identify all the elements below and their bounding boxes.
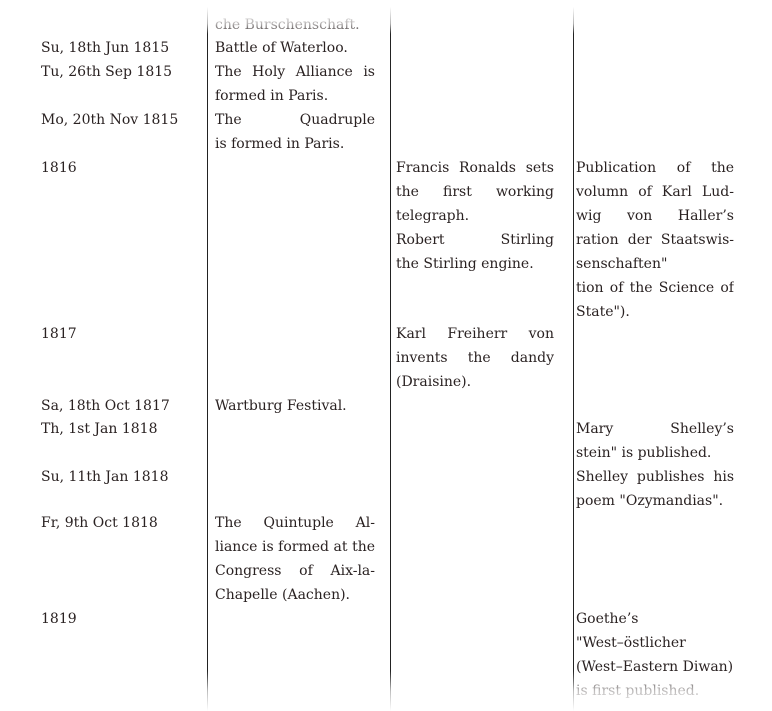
text-line: Su, 18th Jun 1815 (41, 40, 170, 56)
timeline-date: Su, 18th Jun 1815 (41, 36, 201, 60)
text-line: 1819 (41, 611, 77, 627)
timeline-date: 1819 (41, 607, 201, 631)
text-line: Tu, 26th Sep 1815 (41, 64, 173, 80)
culture-event: Mary Shelley’s "Franken-stein" is publis… (576, 417, 734, 465)
text-line: State"). (576, 304, 630, 320)
column-divider-2 (390, 0, 391, 711)
text-line: Robert Stirling invents (396, 232, 554, 248)
timeline-date: 1817 (41, 322, 201, 346)
text-line: 1816 (41, 160, 77, 176)
column-divider-1 (207, 0, 208, 711)
text-line: Goethe’s (576, 611, 639, 627)
text-line: ration der Staatswis- (576, 232, 734, 248)
text-line: Mo, 20th Nov 1815 (41, 112, 179, 128)
timeline-date: 1816 (41, 156, 201, 180)
text-line: poem "Ozymandias". (576, 493, 724, 509)
culture-event: Shelley publishes his poem "Ozymandias". (576, 465, 734, 513)
text-line: Karl Freiherr von Drais (396, 326, 554, 342)
politics-event: che Burschenschaft. (215, 13, 375, 37)
text-line: Su, 11th Jan 1818 (41, 469, 169, 485)
text-line: is first published. (576, 683, 700, 699)
text-line: che Burschenschaft. (215, 17, 360, 33)
culture-event: Goethe’s "West–östlicher Divan" (West–East… (576, 607, 734, 703)
timeline-date: Sa, 18th Oct 1817 (41, 394, 201, 418)
text-line: "West–östlicher Divan" (576, 635, 686, 651)
text-line: Chapelle (Aachen). (215, 587, 351, 603)
text-line: Fr, 9th Oct 1818 (41, 515, 158, 531)
timeline-date: Su, 11th Jan 1818 (41, 465, 201, 489)
text-line: is formed in Paris. (215, 136, 345, 152)
timeline-date: Tu, 26th Sep 1815 (41, 60, 201, 84)
text-line: telegraph. (396, 208, 470, 224)
text-line: the first working electric (396, 184, 554, 200)
text-line: Congress of Aix-la- (215, 563, 375, 579)
culture-event: Publication of the first volumn of Karl L… (576, 156, 734, 324)
text-line: Sa, 18th Oct 1817 (41, 398, 170, 414)
text-line: Francis Ronalds sets up (396, 160, 554, 176)
politics-event: The Quintuple Al-liance is formed at the… (215, 511, 375, 607)
text-line: Shelley publishes his (576, 469, 734, 485)
timeline-date: Fr, 9th Oct 1818 (41, 511, 201, 535)
text-line: invents the dandy horse (396, 350, 554, 366)
text-line: liance is formed at the (215, 539, 375, 555)
science-event: Francis Ronalds sets up the first working… (396, 156, 554, 276)
text-line: Battle of Waterloo. (215, 40, 348, 56)
science-event: Karl Freiherr von Drais invents the dandy… (396, 322, 554, 394)
politics-event: Wartburg Festival. (215, 394, 375, 418)
text-line: Mary Shelley’s "Franken- (576, 421, 734, 437)
politics-event: Battle of Waterloo. (215, 36, 375, 60)
text-line: (West–Eastern Diwan) (576, 659, 734, 675)
text-line: volumn of Karl Lud- (576, 184, 734, 200)
timeline-date: Th, 1st Jan 1818 (41, 417, 201, 441)
text-line: (Draisine). (396, 374, 472, 390)
text-line: Th, 1st Jan 1818 (41, 421, 158, 437)
text-line: The Quadruple Alliance (215, 112, 375, 128)
politics-event: The Holy Alliance is formed in Paris. (215, 60, 375, 108)
text-line: The Quintuple Al- (215, 515, 375, 531)
text-line: wig von Haller’s "Restau- (576, 208, 734, 224)
text-line: The Holy Alliance is (215, 64, 375, 80)
text-line: formed in Paris. (215, 88, 329, 104)
text-line: Wartburg Festival. (215, 398, 347, 414)
timeline-date: Mo, 20th Nov 1815 (41, 108, 201, 132)
text-line: tion of the Science of the (576, 280, 734, 296)
text-line: senschaften" ("Restora- (576, 256, 668, 272)
text-line: stein" is published. (576, 445, 712, 461)
text-line: 1817 (41, 326, 77, 342)
politics-event: The Quadruple Alliance is formed in Paris… (215, 108, 375, 156)
top-fade (0, 0, 772, 34)
text-line: Publication of the first (576, 160, 734, 176)
text-line: the Stirling engine. (396, 256, 534, 272)
column-divider-3 (573, 0, 574, 711)
